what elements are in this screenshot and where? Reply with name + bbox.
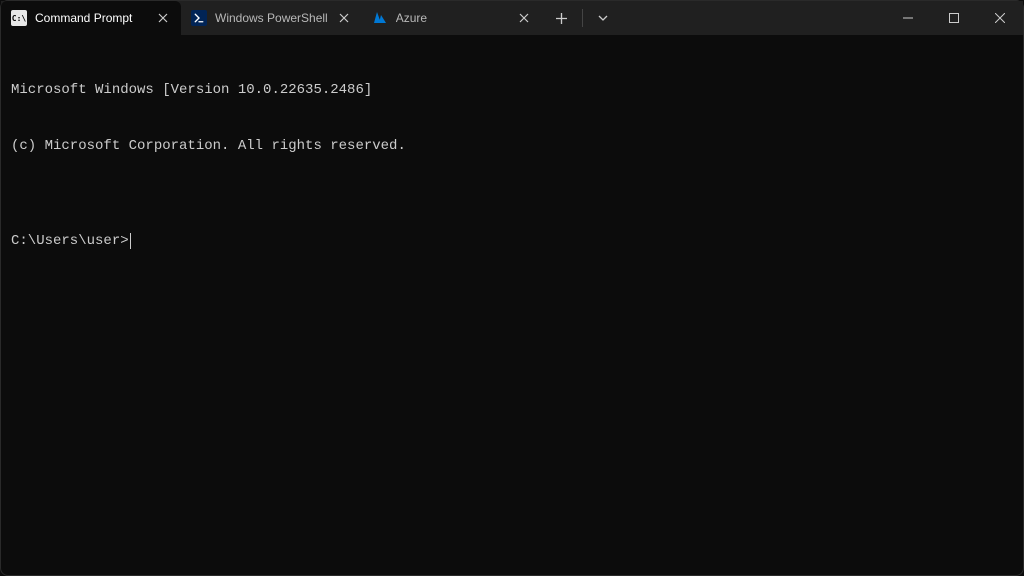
maximize-button[interactable] [931,1,977,35]
powershell-icon [191,10,207,26]
divider [582,9,583,27]
terminal-prompt-line: C:\Users\user> [11,232,1013,251]
tab-strip: C:\ Command Prompt Windows PowerShell [1,1,617,35]
terminal-prompt: C:\Users\user> [11,232,129,251]
tab-powershell[interactable]: Windows PowerShell [181,1,362,35]
tab-actions [542,1,617,35]
tab-label: Windows PowerShell [215,11,328,25]
tab-label: Azure [396,11,508,25]
titlebar: C:\ Command Prompt Windows PowerShell [1,1,1023,35]
tab-label: Command Prompt [35,11,147,25]
window-controls [885,1,1023,35]
tab-dropdown-button[interactable] [589,4,617,32]
minimize-button[interactable] [885,1,931,35]
tab-azure[interactable]: Azure [362,1,542,35]
new-tab-button[interactable] [548,4,576,32]
terminal-line: (c) Microsoft Corporation. All rights re… [11,137,1013,156]
terminal-line: Microsoft Windows [Version 10.0.22635.24… [11,81,1013,100]
azure-icon [372,10,388,26]
close-icon[interactable] [336,10,352,26]
cmd-icon: C:\ [11,10,27,26]
close-icon[interactable] [516,10,532,26]
close-icon[interactable] [155,10,171,26]
close-window-button[interactable] [977,1,1023,35]
titlebar-drag-area[interactable] [617,1,885,35]
terminal-body[interactable]: Microsoft Windows [Version 10.0.22635.24… [1,35,1023,278]
tab-command-prompt[interactable]: C:\ Command Prompt [1,1,181,35]
text-cursor [130,233,131,249]
